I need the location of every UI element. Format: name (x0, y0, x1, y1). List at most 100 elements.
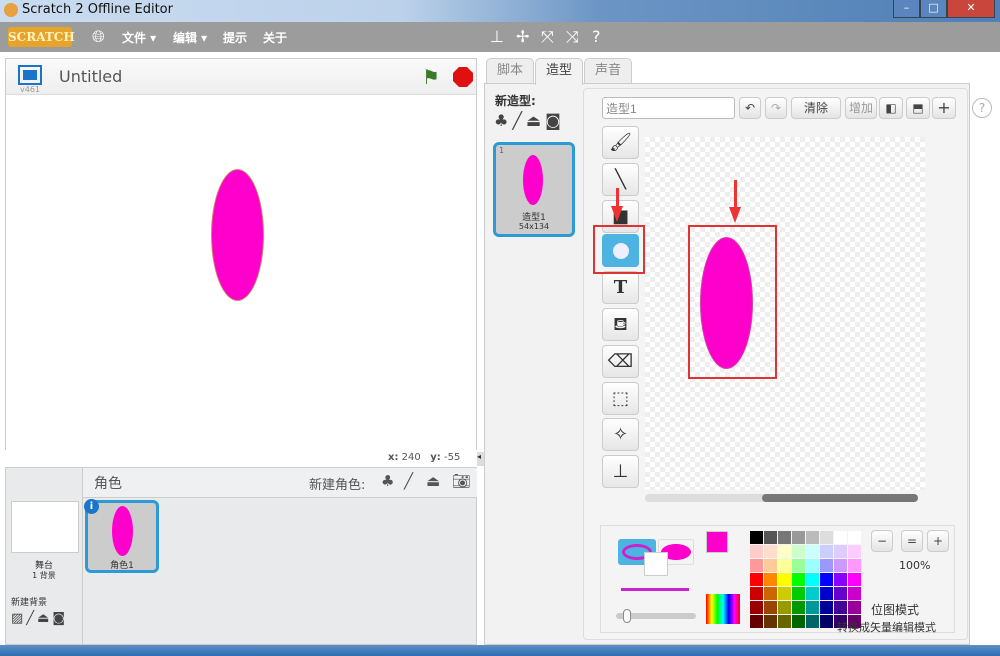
color-swatch[interactable] (750, 531, 763, 544)
color-swatch[interactable] (820, 545, 833, 558)
text-tool[interactable]: T (602, 271, 639, 304)
color-picker[interactable] (706, 594, 740, 624)
scratch-logo[interactable]: SCRATCH (8, 27, 75, 47)
horizontal-scrollbar[interactable] (645, 494, 918, 502)
color-swatch[interactable] (764, 601, 777, 614)
color-swatch[interactable] (750, 601, 763, 614)
info-icon[interactable]: i (84, 499, 99, 514)
paint-canvas[interactable] (645, 137, 925, 490)
green-flag-icon[interactable]: ⚑ (422, 65, 440, 89)
line-tool[interactable]: ╲ (602, 163, 639, 196)
color-swatch[interactable] (778, 559, 791, 572)
stop-icon[interactable] (453, 67, 473, 87)
paint-sprite-icon[interactable]: ╱ (404, 472, 413, 490)
color-swatch[interactable] (778, 615, 791, 628)
costume-thumbnail[interactable]: 1 造型1 54x134 (493, 142, 575, 237)
fullscreen-icon[interactable] (18, 65, 42, 85)
color-swatch[interactable] (792, 587, 805, 600)
color-swatch[interactable] (750, 587, 763, 600)
flip-vertical-button[interactable]: ⬒ (906, 97, 930, 119)
zoom-out-button[interactable]: − (871, 530, 893, 552)
grow-icon[interactable]: ⤧ (541, 27, 554, 47)
color-swatch[interactable] (750, 615, 763, 628)
camera-sprite-icon[interactable]: 📷︎ (452, 472, 471, 490)
set-center-button[interactable]: + (932, 97, 956, 119)
brush-tool[interactable]: 🖌︎ (602, 126, 639, 159)
color-swatch[interactable] (750, 559, 763, 572)
color-swatch[interactable] (792, 615, 805, 628)
color-swatch[interactable] (792, 601, 805, 614)
maximize-button[interactable]: □ (920, 0, 947, 18)
globe-icon[interactable]: 🌐︎ (92, 27, 105, 47)
project-title[interactable]: Untitled (59, 67, 122, 86)
color-swatch[interactable] (778, 545, 791, 558)
color-swatch[interactable] (806, 531, 819, 544)
color-swatch[interactable] (820, 531, 833, 544)
flip-horizontal-button[interactable]: ◧ (879, 97, 903, 119)
color-swatch[interactable] (806, 545, 819, 558)
color-swatch[interactable] (778, 531, 791, 544)
add-button[interactable]: 增加 (845, 97, 877, 119)
zoom-in-button[interactable]: + (927, 530, 949, 552)
primary-color[interactable] (706, 531, 728, 553)
color-swatch[interactable] (792, 545, 805, 558)
shrink-icon[interactable]: ⤨ (566, 27, 579, 47)
stage-canvas[interactable] (6, 95, 476, 450)
color-swatch[interactable] (848, 545, 861, 558)
color-swatch[interactable] (834, 559, 847, 572)
color-swatch[interactable] (834, 531, 847, 544)
close-button[interactable]: ✕ (947, 0, 995, 18)
color-swatch[interactable] (764, 559, 777, 572)
color-swatch[interactable] (764, 615, 777, 628)
color-swatch[interactable] (834, 545, 847, 558)
select-tool[interactable]: ⬚ (602, 382, 639, 415)
menu-about[interactable]: 关于 (263, 29, 287, 46)
eraser-tool[interactable]: ⌫ (602, 345, 639, 378)
color-swatch[interactable] (792, 573, 805, 586)
menu-edit[interactable]: 编辑 ▾ (173, 29, 207, 46)
duplicate-stamp-icon[interactable]: ⊥ (490, 27, 504, 46)
color-swatch[interactable] (848, 601, 861, 614)
tab-costumes[interactable]: 造型 (535, 58, 583, 85)
upload-sprite-icon[interactable]: ⏏ (426, 472, 440, 490)
color-swatch[interactable] (764, 545, 777, 558)
redo-button[interactable]: ↷ (765, 97, 787, 119)
sprite-thumbnail[interactable]: i 角色1 (84, 499, 159, 573)
color-swatch[interactable] (778, 587, 791, 600)
menu-tips[interactable]: 提示 (223, 29, 247, 46)
color-swatch[interactable] (820, 559, 833, 572)
color-swatch[interactable] (806, 559, 819, 572)
tab-scripts[interactable]: 脚本 (486, 58, 534, 84)
clear-button[interactable]: 清除 (791, 97, 841, 119)
color-swatch[interactable] (820, 587, 833, 600)
color-swatch[interactable] (820, 601, 833, 614)
help-icon[interactable]: ? (592, 27, 601, 46)
new-costume-tools[interactable]: ♣╱⏏◙ (494, 111, 565, 130)
color-swatch[interactable] (764, 573, 777, 586)
color-swatch[interactable] (750, 545, 763, 558)
backdrop-tools[interactable]: ▨╱⏏◙ (11, 611, 68, 626)
sprite-ellipse[interactable] (211, 169, 264, 301)
costume-name-input[interactable] (602, 97, 735, 119)
color-swatch[interactable] (834, 587, 847, 600)
cut-icon[interactable]: ✢ (516, 27, 529, 46)
color-swatch[interactable] (764, 587, 777, 600)
color-swatch[interactable] (792, 559, 805, 572)
secondary-color[interactable] (644, 552, 668, 576)
tab-sounds[interactable]: 声音 (584, 58, 632, 84)
color-swatch[interactable] (792, 531, 805, 544)
color-swatch[interactable] (806, 587, 819, 600)
color-swatch[interactable] (848, 573, 861, 586)
fill-bucket-tool[interactable]: ⛾ (602, 308, 639, 341)
color-swatch[interactable] (778, 601, 791, 614)
sprite-library-icon[interactable]: ♣ (381, 472, 394, 490)
color-swatch[interactable] (820, 573, 833, 586)
color-swatch[interactable] (820, 615, 833, 628)
undo-button[interactable]: ↶ (739, 97, 761, 119)
color-swatch[interactable] (778, 573, 791, 586)
color-swatch[interactable] (834, 573, 847, 586)
color-swatch[interactable] (834, 601, 847, 614)
color-swatch[interactable] (848, 531, 861, 544)
line-width-slider[interactable] (616, 609, 696, 623)
color-swatch[interactable] (806, 573, 819, 586)
